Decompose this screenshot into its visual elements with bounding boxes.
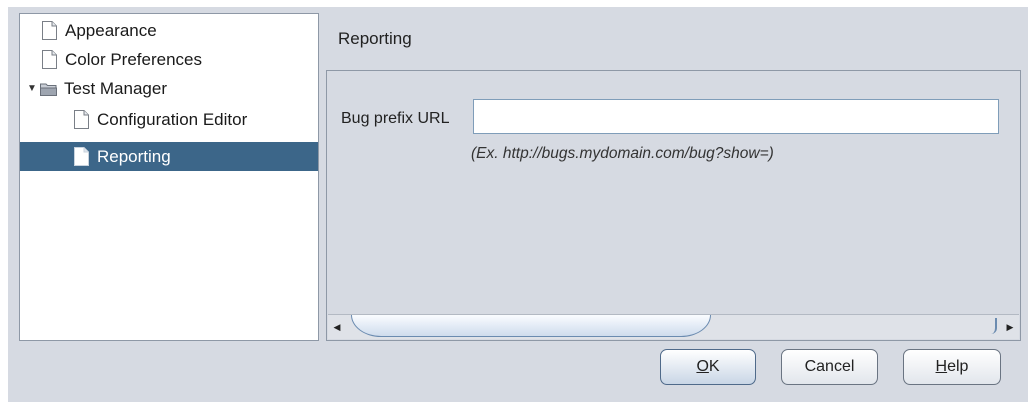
tree-item-label: Color Preferences <box>65 49 203 69</box>
tree-item-color-preferences[interactable]: Color Preferences <box>20 45 318 74</box>
help-label-rest: elp <box>947 358 969 375</box>
scrollbar-thumb[interactable] <box>351 315 711 337</box>
cancel-button[interactable]: Cancel <box>781 349 878 385</box>
preferences-dialog: Appearance Color Preferences ▼ Test Mana… <box>8 7 1028 402</box>
page-icon <box>74 110 89 129</box>
scrollbar-track-end <box>989 318 997 334</box>
ok-button[interactable]: OK <box>660 349 756 385</box>
page-icon <box>42 50 57 69</box>
scroll-right-arrow-icon[interactable]: ▶ <box>1001 315 1019 339</box>
tree-item-reporting[interactable]: Reporting <box>20 142 318 171</box>
tree-item-label: Configuration Editor <box>97 109 248 129</box>
tree-item-configuration-editor[interactable]: Configuration Editor <box>20 105 318 134</box>
panel-title: Reporting <box>338 29 412 48</box>
tree-item-appearance[interactable]: Appearance <box>20 16 318 45</box>
bug-prefix-url-label: Bug prefix URL <box>341 110 450 127</box>
preferences-tree[interactable]: Appearance Color Preferences ▼ Test Mana… <box>19 13 319 341</box>
page-icon <box>74 147 89 166</box>
help-mnemonic: H <box>935 358 948 375</box>
help-button[interactable]: Help <box>903 349 1001 385</box>
tree-item-label: Test Manager <box>64 78 167 98</box>
settings-content: Bug prefix URL (Ex. http://bugs.mydomain… <box>326 70 1021 341</box>
page-icon <box>42 21 57 40</box>
scroll-left-arrow-icon[interactable]: ◀ <box>328 315 346 339</box>
horizontal-scrollbar[interactable]: ◀ ▶ <box>328 314 1019 339</box>
bug-prefix-url-input[interactable] <box>473 99 999 134</box>
tree-item-label: Appearance <box>65 20 157 40</box>
expand-arrow-icon[interactable]: ▼ <box>27 83 37 94</box>
ok-label-rest: K <box>708 358 720 375</box>
tree-item-test-manager[interactable]: ▼ Test Manager <box>20 74 318 103</box>
folder-open-icon <box>40 83 57 96</box>
bug-prefix-url-hint: (Ex. http://bugs.mydomain.com/bug?show=) <box>471 145 774 162</box>
ok-mnemonic: O <box>696 358 709 375</box>
tree-item-label: Reporting <box>97 146 171 166</box>
